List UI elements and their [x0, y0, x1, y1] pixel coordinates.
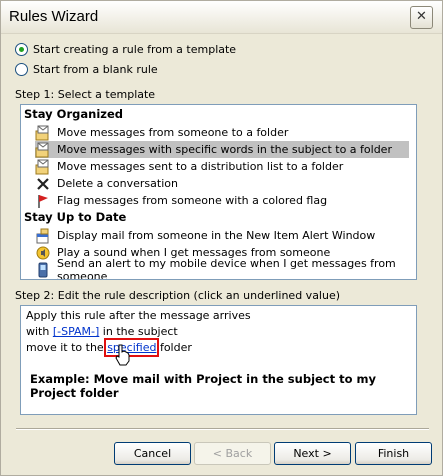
- rules-wizard-dialog: Rules Wizard ✕ Start creating a rule fro…: [0, 0, 443, 476]
- list-item-mobile-alert[interactable]: Send an alert to my mobile device when I…: [35, 257, 409, 279]
- option-blank-label: Start from a blank rule: [33, 62, 158, 76]
- cancel-button[interactable]: Cancel: [114, 442, 191, 465]
- list-item-label: Move messages sent to a distribution lis…: [57, 160, 344, 173]
- next-button[interactable]: Next >: [274, 442, 351, 465]
- list-item-delete-conversation[interactable]: Delete a conversation: [35, 175, 409, 192]
- list-item-label: Move messages with specific words in the…: [57, 143, 392, 156]
- list-item-display-alert[interactable]: Display mail from someone in the New Ite…: [35, 227, 409, 244]
- rule-line-3: move it to the specified folder: [26, 338, 192, 357]
- list-item-label: Flag messages from someone with a colore…: [57, 194, 328, 207]
- list-item-move-distribution-list[interactable]: Move messages sent to a distribution lis…: [35, 158, 409, 175]
- radio-template[interactable]: [15, 42, 28, 56]
- spam-value-link[interactable]: [-SPAM-]: [53, 325, 99, 338]
- alert-window-icon: [35, 228, 51, 244]
- rule-description-box: Apply this rule after the message arrive…: [20, 305, 417, 415]
- delete-x-icon: [35, 176, 51, 192]
- mobile-device-icon: [35, 262, 51, 278]
- list-item-label: Send an alert to my mobile device when I…: [57, 256, 396, 280]
- template-list[interactable]: Stay Organized Move messages from someon…: [20, 104, 417, 280]
- list-item-flag-messages[interactable]: Flag messages from someone with a colore…: [35, 192, 409, 209]
- close-button[interactable]: ✕: [410, 6, 433, 29]
- envelope-folder-icon: [35, 159, 51, 175]
- rule-line-2: with [-SPAM-] in the subject: [26, 325, 178, 338]
- close-icon: ✕: [416, 9, 427, 24]
- hand-cursor-icon: [115, 344, 130, 366]
- list-item-move-specific-words[interactable]: Move messages with specific words in the…: [35, 141, 409, 158]
- finish-button[interactable]: Finish: [355, 442, 432, 465]
- group-stay-organized: Stay Organized: [24, 107, 123, 121]
- rule-line-3-prefix: move it to the: [26, 341, 108, 354]
- envelope-folder-icon: [35, 125, 51, 141]
- group-stay-up-to-date: Stay Up to Date: [24, 210, 127, 224]
- list-item-label: Delete a conversation: [57, 177, 178, 190]
- rule-line-3-suffix: folder: [156, 341, 192, 354]
- sound-icon: [35, 245, 51, 261]
- radio-blank[interactable]: [15, 62, 28, 76]
- option-template[interactable]: Start creating a rule from a template: [15, 41, 236, 57]
- step1-label: Step 1: Select a template: [15, 88, 156, 101]
- rule-line-2-prefix: with: [26, 325, 53, 338]
- list-item-move-from-someone[interactable]: Move messages from someone to a folder: [35, 124, 409, 141]
- title-bar: Rules Wizard ✕: [1, 1, 442, 34]
- rule-line-2-suffix: in the subject: [99, 325, 178, 338]
- footer-divider: [16, 428, 429, 430]
- back-button[interactable]: < Back: [194, 442, 271, 465]
- option-blank[interactable]: Start from a blank rule: [15, 61, 158, 77]
- list-item-label: Move messages from someone to a folder: [57, 126, 289, 139]
- step2-label: Step 2: Edit the rule description (click…: [15, 289, 341, 302]
- list-item-label: Display mail from someone in the New Ite…: [57, 229, 376, 242]
- red-flag-icon: [35, 193, 51, 209]
- rule-line-1: Apply this rule after the message arrive…: [26, 309, 251, 322]
- option-template-label: Start creating a rule from a template: [33, 42, 237, 56]
- window-title: Rules Wizard: [9, 8, 99, 25]
- example-text: Example: Move mail with Project in the s…: [30, 372, 377, 400]
- envelope-folder-icon: [35, 142, 51, 158]
